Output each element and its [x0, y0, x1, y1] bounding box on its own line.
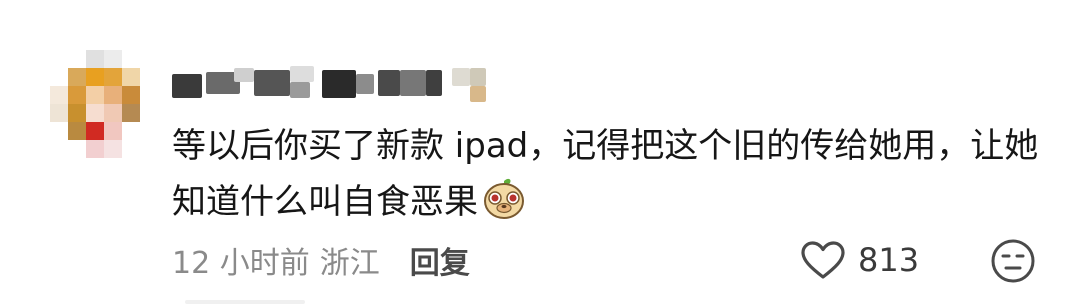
avatar-pixel	[68, 68, 86, 86]
avatar-pixel	[86, 140, 104, 158]
comment-location: 浙江	[319, 246, 380, 281]
username-pixel	[426, 70, 442, 96]
avatar-pixel	[68, 104, 86, 122]
avatar[interactable]	[50, 50, 140, 160]
comment-text: 等以后你买了新款 ipad，记得把这个旧的传给她用，让她知道什么叫自食恶果	[172, 118, 1052, 230]
username-pixel	[234, 68, 254, 82]
avatar-pixel	[68, 86, 86, 104]
heart-outline-icon[interactable]	[800, 240, 846, 280]
avatar-pixel	[86, 122, 104, 140]
avatar-pixel	[122, 86, 140, 104]
avatar-pixel	[86, 86, 104, 104]
avatar-pixel	[104, 140, 122, 158]
username-pixel	[356, 74, 374, 94]
reply-button[interactable]: 回复	[410, 238, 470, 282]
bottom-divider	[185, 300, 305, 304]
username-pixel	[452, 68, 470, 86]
comment-meta: 12 小时前 浙江 回复	[172, 238, 470, 282]
avatar-pixel	[68, 122, 86, 140]
username-pixel	[378, 70, 400, 96]
avatar-pixel	[104, 104, 122, 122]
dog-face-emoji	[484, 178, 524, 219]
avatar-pixel	[104, 50, 122, 68]
username-pixel	[254, 70, 290, 96]
avatar-pixel	[104, 122, 122, 140]
comment-time: 12 小时前	[172, 246, 310, 281]
username-blurred[interactable]	[172, 60, 492, 104]
username-pixel	[290, 66, 314, 82]
comment-body: 等以后你买了新款 ipad，记得把这个旧的传给她用，让她知道什么叫自食恶果	[172, 126, 1039, 222]
avatar-pixel	[86, 68, 104, 86]
username-pixel	[322, 70, 356, 98]
avatar-pixel	[122, 104, 140, 122]
avatar-pixel	[104, 68, 122, 86]
avatar-pixel	[50, 86, 68, 104]
username-pixel	[470, 86, 486, 102]
like-count: 813	[858, 241, 920, 279]
avatar-pixel	[86, 104, 104, 122]
like-button[interactable]: 813	[800, 236, 919, 284]
meh-face-icon[interactable]	[990, 238, 1036, 284]
username-pixel	[290, 82, 310, 98]
avatar-pixel	[104, 86, 122, 104]
avatar-pixel	[86, 50, 104, 68]
avatar-pixel	[122, 68, 140, 86]
username-pixel	[470, 68, 486, 86]
username-pixel	[172, 74, 202, 98]
username-pixel	[400, 70, 426, 96]
avatar-pixel	[50, 104, 68, 122]
